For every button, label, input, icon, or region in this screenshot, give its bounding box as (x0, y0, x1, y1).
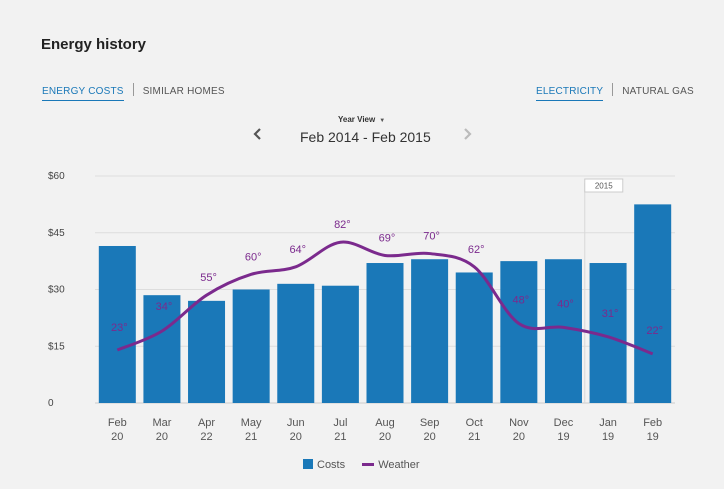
x-tick-month: Feb (108, 417, 127, 429)
legend-costs[interactable]: Costs (303, 459, 345, 471)
x-tick-days: 21 (334, 431, 346, 443)
temperature-label: 31° (602, 308, 619, 320)
x-tick-days: 19 (647, 431, 659, 443)
y-tick-label: $60 (48, 171, 65, 182)
temperature-label: 22° (646, 325, 663, 337)
cost-bar[interactable] (188, 300, 226, 403)
temperature-label: 23° (111, 322, 128, 334)
x-tick-days: 20 (513, 431, 525, 443)
cost-bar[interactable] (455, 272, 493, 403)
temperature-label: 55° (200, 272, 217, 284)
x-tick-month: May (241, 417, 262, 429)
x-tick-month: Oct (466, 417, 483, 429)
y-tick-label: $45 (48, 228, 65, 239)
temperature-label: 62° (468, 244, 485, 256)
x-tick-month: Feb (643, 417, 662, 429)
cost-bar[interactable] (232, 289, 270, 404)
temperature-label: 82° (334, 219, 351, 231)
cost-bar[interactable] (411, 259, 449, 403)
x-tick-month: Aug (375, 417, 395, 429)
y-axis: $60 $45 $30 $15 0 (48, 171, 65, 409)
x-tick-month: Jul (333, 417, 347, 429)
temperature-label: 48° (513, 295, 530, 307)
legend-costs-label: Costs (317, 459, 346, 471)
x-tick-days: 22 (200, 431, 212, 443)
energy-chart: $60 $45 $30 $15 0 2015 23° 34° 55° 60° 64° 82° 69°… (48, 171, 675, 443)
legend-weather-swatch (362, 463, 375, 466)
x-tick-days: 19 (602, 431, 614, 443)
temperature-label: 70° (423, 231, 440, 243)
x-tick-days: 21 (468, 431, 480, 443)
x-tick-days: 20 (379, 431, 391, 443)
cost-bar[interactable] (634, 204, 672, 403)
cost-bar[interactable] (500, 261, 538, 403)
x-tick-month: Nov (509, 417, 529, 429)
legend-weather[interactable]: Weather (362, 459, 420, 471)
chart-legend: Costs Weather (303, 459, 434, 471)
legend-costs-swatch (303, 459, 313, 469)
temperature-label: 60° (245, 251, 262, 263)
x-tick-days: 20 (290, 431, 302, 443)
temperature-label: 64° (289, 244, 306, 256)
cost-bar[interactable] (366, 263, 404, 403)
y-tick-label: $15 (48, 341, 65, 352)
x-tick-month: Jan (599, 417, 617, 429)
x-tick-month: Dec (554, 417, 574, 429)
x-tick-days: 20 (156, 431, 168, 443)
x-tick-month: Jun (287, 417, 305, 429)
x-tick-month: Mar (152, 417, 171, 429)
year-tag-label: 2015 (595, 182, 613, 191)
x-tick-days: 20 (111, 431, 123, 443)
cost-bar[interactable] (544, 259, 582, 403)
cost-bar[interactable] (321, 285, 359, 403)
x-tick-days: 19 (557, 431, 569, 443)
temperature-label: 34° (156, 301, 173, 313)
x-tick-month: Sep (420, 417, 440, 429)
x-axis: Feb 20 Mar 20 Apr 22 May 21 Jun 20 Jul 21 Aug 20 Sep 20… (108, 417, 662, 443)
cost-bar[interactable] (277, 283, 315, 403)
temperature-label: 40° (557, 298, 574, 310)
legend-weather-label: Weather (378, 459, 420, 471)
x-tick-days: 21 (245, 431, 257, 443)
y-tick-label: $30 (48, 285, 65, 296)
x-tick-month: Apr (198, 417, 215, 429)
temperature-label: 69° (379, 232, 396, 244)
x-tick-days: 20 (423, 431, 435, 443)
y-tick-label: 0 (48, 398, 54, 409)
